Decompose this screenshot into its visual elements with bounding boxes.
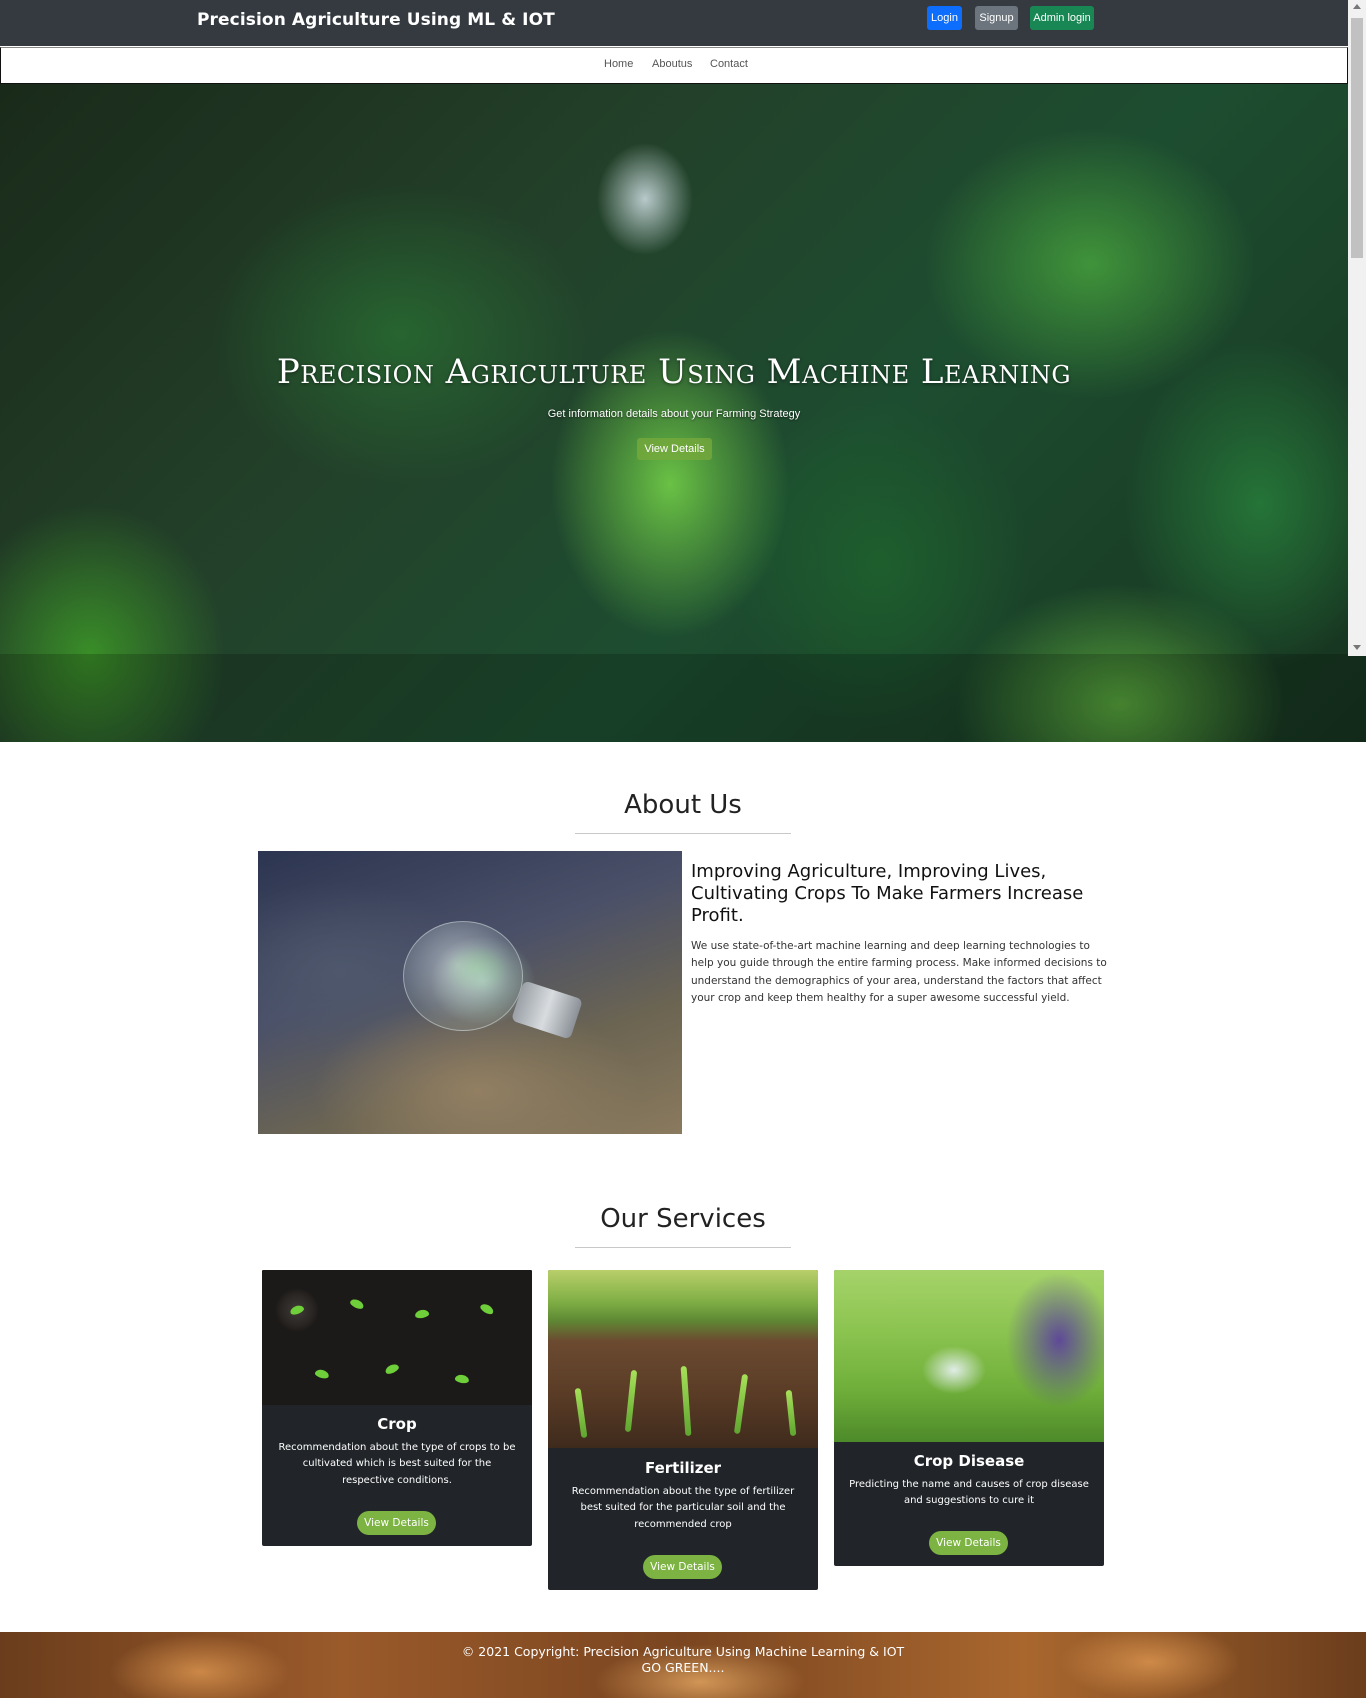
- scroll-down-arrow-icon[interactable]: [1353, 645, 1361, 650]
- signup-button[interactable]: Signup: [975, 6, 1018, 30]
- fertilizer-field-image: [548, 1270, 818, 1448]
- sprout-icon: [348, 1297, 366, 1311]
- crop-view-details-button[interactable]: View Details: [357, 1511, 436, 1535]
- card-description: Recommendation about the type of fertili…: [571, 1486, 795, 1530]
- about-section-title: About Us: [624, 790, 742, 820]
- nav-link-home[interactable]: Home: [604, 58, 633, 70]
- services-section-title: Our Services: [600, 1204, 766, 1234]
- crop-disease-view-details-button[interactable]: View Details: [929, 1531, 1008, 1555]
- scroll-up-arrow-icon[interactable]: [1353, 4, 1361, 9]
- card-title: Crop Disease: [913, 1452, 1025, 1470]
- footer-tagline: GO GREEN....: [641, 1660, 725, 1675]
- corn-sprout-icon: [733, 1373, 749, 1435]
- main-nav: Home Aboutus Contact: [0, 47, 1348, 84]
- lightbulb-plant-image: [403, 921, 523, 1031]
- corn-sprout-icon: [785, 1389, 797, 1437]
- top-navbar: Precision Agriculture Using ML & IOT Log…: [0, 0, 1348, 46]
- card-description: Predicting the name and causes of crop d…: [849, 1479, 1089, 1507]
- card-title: Fertilizer: [644, 1459, 722, 1477]
- corn-sprout-icon: [624, 1369, 638, 1433]
- about-title-divider: [575, 833, 791, 834]
- service-card-fertilizer: Fertilizer Recommendation about the type…: [548, 1270, 818, 1590]
- admin-login-button[interactable]: Admin login: [1030, 6, 1094, 30]
- sprout-icon: [478, 1302, 496, 1316]
- sprout-icon: [289, 1303, 305, 1317]
- service-card-crop-disease: Crop Disease Predicting the name and cau…: [834, 1270, 1104, 1566]
- hero-shade: [0, 654, 1366, 742]
- services-title-divider: [575, 1247, 791, 1248]
- footer: © 2021 Copyright: Precision Agriculture …: [0, 1632, 1366, 1698]
- sprout-icon: [314, 1368, 330, 1380]
- fertilizer-view-details-button[interactable]: View Details: [643, 1555, 722, 1579]
- card-description: Recommendation about the type of crops t…: [278, 1442, 516, 1486]
- card-title: Crop: [377, 1415, 417, 1433]
- about-description: We use state-of-the-art machine learning…: [691, 940, 1107, 1004]
- sprout-icon: [414, 1308, 430, 1320]
- crop-seedlings-image: [262, 1270, 532, 1405]
- page-scrollbar[interactable]: [1348, 0, 1366, 656]
- corn-sprout-icon: [680, 1365, 692, 1437]
- hero-banner: Precision Agriculture Using Machine Lear…: [0, 84, 1366, 742]
- hero-subtitle: Get information details about your Farmi…: [547, 408, 801, 420]
- hero-title: Precision Agriculture Using Machine Lear…: [276, 352, 1072, 392]
- nav-link-contact[interactable]: Contact: [710, 58, 748, 70]
- hero-view-details-button[interactable]: View Details: [637, 438, 712, 460]
- lightbulb-base: [511, 980, 583, 1040]
- about-heading: Improving Agriculture, Improving Lives, …: [691, 861, 1084, 926]
- footer-copyright: © 2021 Copyright: Precision Agriculture …: [461, 1644, 905, 1659]
- login-button[interactable]: Login: [927, 6, 962, 30]
- scrollbar-thumb[interactable]: [1351, 18, 1363, 258]
- service-card-crop: Crop Recommendation about the type of cr…: [262, 1270, 532, 1546]
- sprout-icon: [454, 1373, 470, 1385]
- brand-title[interactable]: Precision Agriculture Using ML & IOT: [197, 10, 555, 30]
- corn-sprout-icon: [574, 1387, 588, 1439]
- sprout-icon: [383, 1362, 401, 1376]
- nav-link-aboutus[interactable]: Aboutus: [652, 58, 692, 70]
- crop-disease-farmer-image: [834, 1270, 1104, 1442]
- about-image: [258, 851, 682, 1134]
